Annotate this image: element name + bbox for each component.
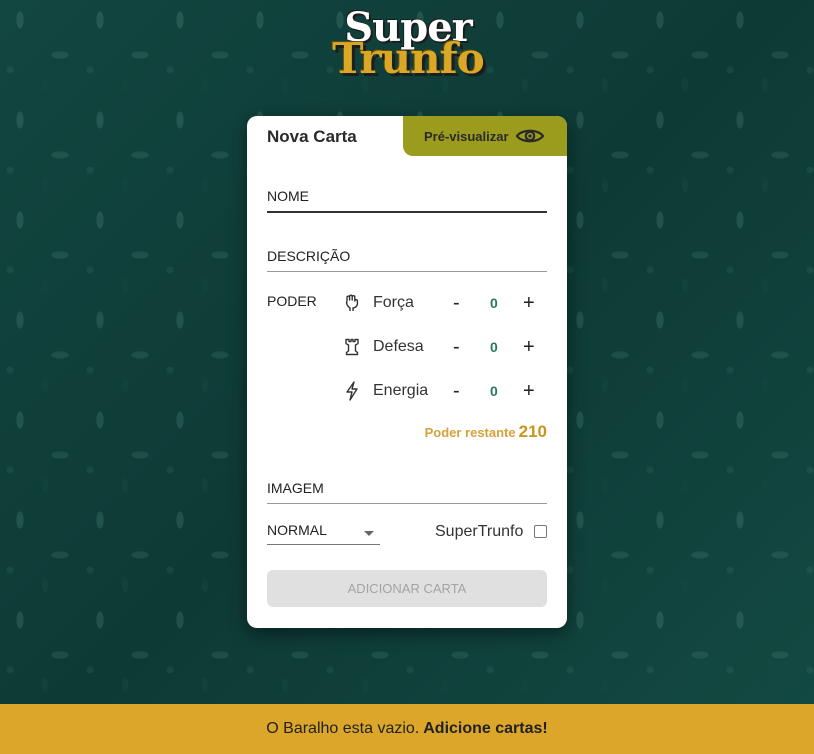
add-card-button[interactable]: ADICIONAR CARTA	[267, 570, 547, 607]
add-cards-link[interactable]: Adicione cartas!	[423, 720, 547, 738]
supertrunfo-checkbox[interactable]	[534, 525, 547, 538]
stat-row-energia: Energia - 0 +	[343, 377, 549, 405]
tower-icon	[343, 337, 361, 357]
decrease-button[interactable]: -	[453, 336, 460, 359]
tab-preview[interactable]: Pré-visualizar	[403, 116, 567, 156]
remaining-power-value: 210	[518, 422, 547, 441]
fist-icon	[343, 293, 361, 313]
stat-value: 0	[490, 339, 498, 355]
image-field[interactable]: IMAGEM	[267, 480, 547, 504]
tab-new-card-label: Nova Carta	[267, 127, 357, 146]
tabs: Nova Carta Pré-visualizar	[247, 116, 567, 156]
stat-row-defesa: Defesa - 0 +	[343, 333, 549, 361]
increase-button[interactable]: +	[523, 380, 535, 403]
image-label: IMAGEM	[267, 480, 324, 496]
decrease-button[interactable]: -	[453, 292, 460, 315]
super-trunfo-logo: Super Trunfo	[300, 8, 516, 84]
remaining-power-label: Poder restante	[424, 425, 516, 440]
tab-new-card[interactable]: Nova Carta	[247, 116, 403, 156]
rarity-selected-value: NORMAL	[267, 522, 327, 538]
stat-label: Defesa	[373, 338, 424, 355]
empty-deck-message: O Baralho esta vazio.	[266, 720, 420, 737]
lightning-icon	[343, 381, 361, 401]
name-label: NOME	[267, 188, 309, 204]
stat-value: 0	[490, 383, 498, 399]
stat-label: Força	[373, 294, 414, 311]
card-form-panel: Nova Carta Pré-visualizar NOME DESCRIÇÃO…	[247, 116, 567, 628]
increase-button[interactable]: +	[523, 336, 535, 359]
stat-value: 0	[490, 295, 498, 311]
increase-button[interactable]: +	[523, 292, 535, 315]
remaining-power: Poder restante 210	[425, 422, 547, 442]
supertrunfo-label: SuperTrunfo	[435, 523, 524, 540]
tab-preview-label: Pré-visualizar	[424, 128, 509, 144]
footer-bar: O Baralho esta vazio. Adicione cartas!	[0, 704, 814, 754]
chevron-down-icon	[364, 531, 374, 536]
eye-icon	[515, 128, 544, 144]
name-field[interactable]: NOME	[267, 188, 547, 213]
stat-row-forca: Força - 0 +	[343, 289, 549, 317]
description-label: DESCRIÇÃO	[267, 248, 351, 264]
stat-label: Energia	[373, 382, 429, 399]
logo-line2: Trunfo	[332, 34, 484, 83]
rarity-select[interactable]: NORMAL	[267, 522, 380, 545]
power-label: PODER	[267, 293, 317, 309]
decrease-button[interactable]: -	[453, 380, 460, 403]
description-field[interactable]: DESCRIÇÃO	[267, 248, 547, 272]
